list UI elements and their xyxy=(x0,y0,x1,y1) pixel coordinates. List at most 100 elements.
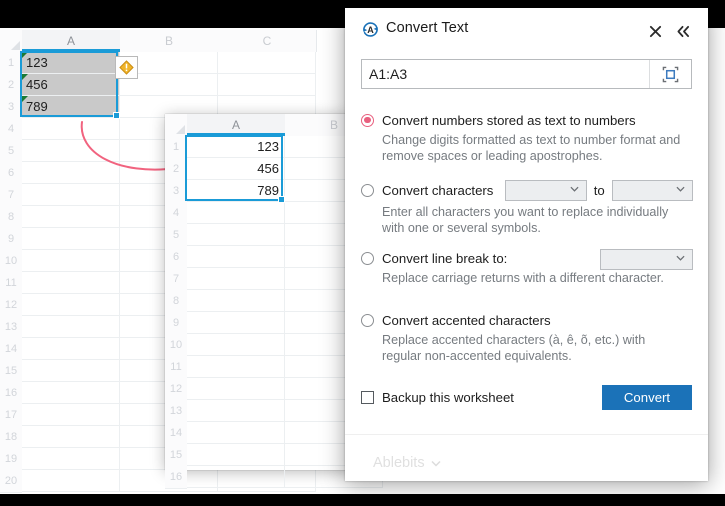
row-header-16[interactable]: 16 xyxy=(165,466,187,489)
cell-A1[interactable]: 123 xyxy=(187,136,285,158)
grid-cell[interactable] xyxy=(22,250,120,272)
row-header-7[interactable]: 7 xyxy=(165,268,187,291)
grid-cell[interactable] xyxy=(22,316,120,338)
range-field[interactable] xyxy=(361,59,692,89)
option-convert-numbers[interactable]: Convert numbers stored as text to number… xyxy=(361,111,693,164)
row-header-11[interactable]: 11 xyxy=(0,272,22,295)
grid-cell[interactable] xyxy=(187,334,285,356)
grid-cell[interactable] xyxy=(22,272,120,294)
grid-cell[interactable] xyxy=(22,140,120,162)
radio-convert-characters[interactable] xyxy=(361,184,374,197)
radio-convert-numbers[interactable] xyxy=(361,113,374,127)
column-header-B[interactable]: B xyxy=(120,30,219,52)
row-header-10[interactable]: 10 xyxy=(0,250,22,273)
row-header-6[interactable]: 6 xyxy=(165,246,187,269)
row-header-15[interactable]: 15 xyxy=(0,360,22,383)
spreadsheet-after[interactable]: A B 1 2 3 4 5 6 7 8 9 10 11 12 13 14 15 16 123 456 789 xyxy=(165,114,384,489)
grid-cell[interactable] xyxy=(22,162,120,184)
radio-convert-line-break[interactable] xyxy=(361,251,374,265)
grid-cell[interactable] xyxy=(22,382,120,404)
row-header-10[interactable]: 10 xyxy=(165,334,187,357)
line-break-dropdown[interactable] xyxy=(600,249,693,270)
grid-cell[interactable] xyxy=(22,228,120,250)
grid-cell[interactable] xyxy=(22,338,120,360)
row-header-15[interactable]: 15 xyxy=(165,444,187,467)
row-header-8[interactable]: 8 xyxy=(165,290,187,313)
ablebits-brand-menu[interactable]: Ablebits xyxy=(373,455,441,471)
grid-cell[interactable] xyxy=(187,202,285,224)
range-select-button[interactable] xyxy=(649,60,691,88)
characters-from-dropdown[interactable] xyxy=(505,180,587,201)
grid-cell[interactable] xyxy=(218,52,316,74)
row-header-9[interactable]: 9 xyxy=(0,228,22,251)
grid-cell[interactable] xyxy=(22,448,120,470)
grid-cell[interactable] xyxy=(187,246,285,268)
row-header-18[interactable]: 18 xyxy=(0,426,22,449)
row-header-1[interactable]: 1 xyxy=(0,52,22,75)
grid-cell[interactable] xyxy=(187,400,285,422)
grid-cell[interactable] xyxy=(187,378,285,400)
cell-A3[interactable]: 789 xyxy=(187,180,285,202)
row-header-13[interactable]: 13 xyxy=(0,316,22,339)
grid-cell[interactable] xyxy=(187,290,285,312)
convert-button[interactable]: Convert xyxy=(602,385,692,410)
row-header-12[interactable]: 12 xyxy=(165,378,187,401)
row-header-19[interactable]: 19 xyxy=(0,448,22,471)
grid-cell[interactable] xyxy=(22,118,120,140)
backup-worksheet-checkbox[interactable] xyxy=(361,390,374,404)
grid-cell[interactable] xyxy=(22,360,120,382)
column-header-C[interactable]: C xyxy=(218,30,317,52)
grid-cell[interactable] xyxy=(187,224,285,246)
grid-cell[interactable] xyxy=(187,356,285,378)
grid-cell[interactable] xyxy=(22,206,120,228)
grid-cell[interactable] xyxy=(22,404,120,426)
row-header-5[interactable]: 5 xyxy=(0,140,22,163)
cell-value: 123 xyxy=(26,55,48,70)
option-convert-accented[interactable]: Convert accented characters Replace acce… xyxy=(361,311,693,364)
radio-convert-accented[interactable] xyxy=(361,313,374,327)
cell-A3[interactable]: 789 xyxy=(22,96,120,118)
collapse-button[interactable] xyxy=(674,22,692,40)
row-header-9[interactable]: 9 xyxy=(165,312,187,335)
grid-cell[interactable] xyxy=(22,426,120,448)
row-header-2[interactable]: 2 xyxy=(0,74,22,97)
row-header-17[interactable]: 17 xyxy=(0,404,22,427)
row-header-1[interactable]: 1 xyxy=(165,136,187,159)
row-header-3[interactable]: 3 xyxy=(0,96,22,119)
row-header-14[interactable]: 14 xyxy=(165,422,187,445)
row-header-20[interactable]: 20 xyxy=(0,470,22,493)
cell-A2[interactable]: 456 xyxy=(187,158,285,180)
range-input[interactable] xyxy=(362,60,648,88)
grid-cell[interactable] xyxy=(187,312,285,334)
grid-cell[interactable] xyxy=(22,470,120,492)
grid-cell[interactable] xyxy=(187,444,285,466)
row-header-8[interactable]: 8 xyxy=(0,206,22,229)
row-header-4[interactable]: 4 xyxy=(0,118,22,141)
option-convert-characters[interactable]: Convert characters to Enter all characte… xyxy=(361,180,693,236)
row-header-16[interactable]: 16 xyxy=(0,382,22,405)
grid-cell[interactable] xyxy=(22,184,120,206)
close-button[interactable] xyxy=(646,22,664,40)
row-header-6[interactable]: 6 xyxy=(0,162,22,185)
grid-cell[interactable] xyxy=(187,466,285,488)
row-header-5[interactable]: 5 xyxy=(165,224,187,247)
row-header-13[interactable]: 13 xyxy=(165,400,187,423)
characters-to-dropdown[interactable] xyxy=(611,180,693,201)
row-header-4[interactable]: 4 xyxy=(165,202,187,225)
row-header-7[interactable]: 7 xyxy=(0,184,22,207)
cell-A2[interactable]: 456 xyxy=(22,74,120,96)
option-convert-line-break[interactable]: Convert line break to: Replace carriage … xyxy=(361,249,693,286)
grid-cell[interactable] xyxy=(187,422,285,444)
row-header-11[interactable]: 11 xyxy=(165,356,187,379)
select-all-corner-after[interactable] xyxy=(165,114,187,136)
row-header-12[interactable]: 12 xyxy=(0,294,22,317)
cell-A1[interactable]: 123 xyxy=(22,52,120,74)
row-header-2[interactable]: 2 xyxy=(165,158,187,181)
row-header-14[interactable]: 14 xyxy=(0,338,22,361)
grid-cell[interactable] xyxy=(218,74,316,96)
grid-cell[interactable] xyxy=(22,294,120,316)
grid-cell[interactable] xyxy=(187,268,285,290)
error-warning-button[interactable] xyxy=(115,56,138,79)
row-header-3[interactable]: 3 xyxy=(165,180,187,203)
select-all-corner[interactable] xyxy=(0,30,22,52)
